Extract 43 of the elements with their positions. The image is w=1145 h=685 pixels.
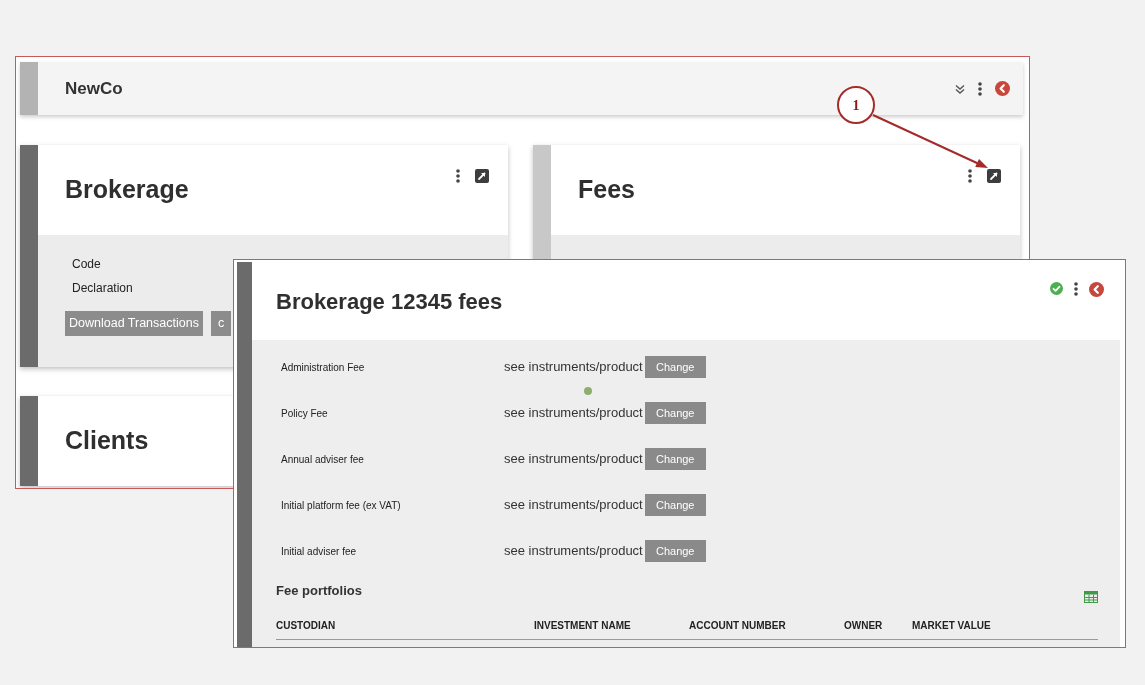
fee-label: Initial adviser fee bbox=[281, 544, 358, 559]
field-label: Declaration bbox=[72, 280, 133, 297]
field-label: Code bbox=[72, 256, 101, 273]
action-button[interactable]: c bbox=[210, 311, 231, 336]
table-icon[interactable] bbox=[1084, 591, 1098, 603]
change-button[interactable]: Change bbox=[644, 540, 706, 562]
panel-title: Brokerage 12345 fees bbox=[275, 287, 503, 316]
card-title: Brokerage bbox=[64, 174, 189, 206]
change-button[interactable]: Change bbox=[644, 356, 706, 378]
fee-value: see instruments/product bbox=[504, 358, 643, 377]
card-title: Clients bbox=[64, 425, 149, 457]
expand-icon[interactable] bbox=[475, 169, 489, 183]
column-header: OWNER bbox=[844, 619, 884, 633]
action-button[interactable]: Download Transactions bbox=[65, 311, 203, 336]
kebab-menu-icon[interactable] bbox=[968, 169, 972, 183]
kebab-menu-icon[interactable] bbox=[456, 169, 460, 183]
kebab-menu-icon[interactable] bbox=[1074, 282, 1078, 296]
accent-stripe bbox=[20, 62, 38, 115]
check-circle-icon[interactable] bbox=[1050, 282, 1063, 295]
fee-label: Annual adviser fee bbox=[281, 452, 365, 467]
kebab-menu-icon[interactable] bbox=[978, 81, 982, 96]
dot-icon bbox=[584, 387, 592, 395]
header-title: NewCo bbox=[65, 77, 123, 100]
expand-icon[interactable] bbox=[987, 169, 1001, 183]
change-button[interactable]: Change bbox=[644, 402, 706, 424]
fee-value: see instruments/product bbox=[504, 404, 643, 423]
column-header: CUSTODIAN bbox=[276, 619, 337, 633]
chevron-left-circle-icon[interactable] bbox=[1089, 282, 1104, 297]
double-chevron-down-icon[interactable] bbox=[955, 83, 965, 94]
change-button[interactable]: Change bbox=[644, 494, 706, 516]
change-button[interactable]: Change bbox=[644, 448, 706, 470]
fee-value: see instruments/product bbox=[504, 496, 643, 515]
chevron-left-circle-icon[interactable] bbox=[995, 81, 1010, 96]
card-title: Fees bbox=[577, 174, 635, 206]
fee-value: see instruments/product bbox=[504, 542, 643, 561]
column-header: ACCOUNT NUMBER bbox=[689, 619, 787, 633]
fee-label: Initial platform fee (ex VAT) bbox=[281, 498, 402, 513]
section-title: Fee portfolios bbox=[276, 582, 362, 600]
fee-label: Administration Fee bbox=[281, 360, 366, 375]
fee-value: see instruments/product bbox=[504, 450, 643, 469]
column-header: INVESTMENT NAME bbox=[534, 619, 632, 633]
column-header: MARKET VALUE bbox=[912, 619, 992, 633]
fee-label: Policy Fee bbox=[281, 406, 329, 421]
